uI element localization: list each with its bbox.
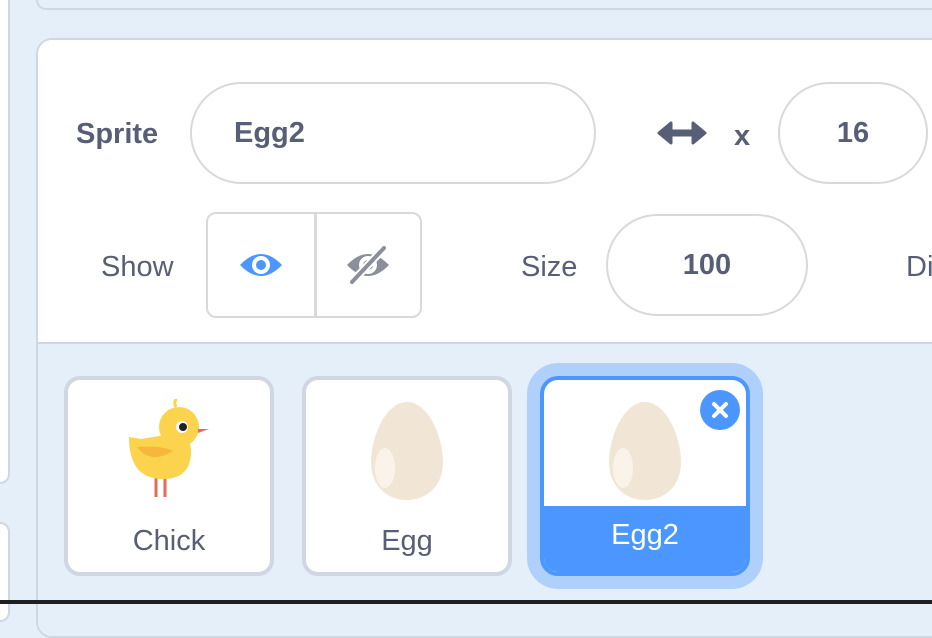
delete-sprite-button[interactable] (700, 390, 740, 430)
horizontal-arrows-icon (657, 121, 707, 145)
x-position-input[interactable]: 16 (778, 82, 928, 184)
hide-sprite-button[interactable] (313, 214, 420, 316)
sprite-tile-label: Egg (381, 525, 433, 557)
chick-costume-icon (129, 399, 209, 497)
sprite-tile-label: Chick (132, 525, 206, 557)
size-value: 100 (682, 248, 732, 281)
sprite-name-input[interactable]: Egg2 (190, 82, 596, 184)
sprite-name-value: Egg2 (234, 116, 305, 149)
size-input[interactable]: 100 (606, 214, 808, 316)
sprite-thumbnail (68, 392, 270, 510)
sprite-tile-egg2[interactable]: Egg2 (540, 376, 750, 576)
sprite-tile-chick[interactable]: Chick (64, 376, 274, 576)
x-label: x (734, 120, 751, 152)
x-position-value: 16 (836, 116, 870, 149)
sprite-tile-egg[interactable]: Egg (302, 376, 512, 576)
show-label: Show (101, 251, 174, 283)
sprite-selector: Chick Egg Egg2 (38, 342, 932, 636)
stage-frame-lower (0, 522, 10, 622)
sprite-info: Sprite Egg2 x 16 Show Size 100 Di (38, 40, 932, 342)
close-icon (712, 402, 728, 418)
window-bottom-edge (0, 600, 932, 604)
stage-frame (0, 0, 10, 484)
direction-label: Di (906, 251, 932, 283)
size-label: Size (521, 251, 578, 283)
eye-slash-icon (347, 245, 390, 285)
eye-icon (239, 254, 282, 276)
egg-costume-icon (609, 402, 681, 500)
egg-costume-icon (371, 402, 443, 500)
sprite-tile-label: Egg2 (611, 519, 679, 551)
top-panel-edge (36, 0, 932, 10)
sprite-pane: Sprite Egg2 x 16 Show Size 100 Di Chick … (36, 38, 932, 638)
sprite-thumbnail (306, 392, 508, 510)
sprite-label: Sprite (76, 118, 159, 150)
show-sprite-button[interactable] (208, 214, 314, 316)
visibility-toggle (206, 212, 422, 318)
